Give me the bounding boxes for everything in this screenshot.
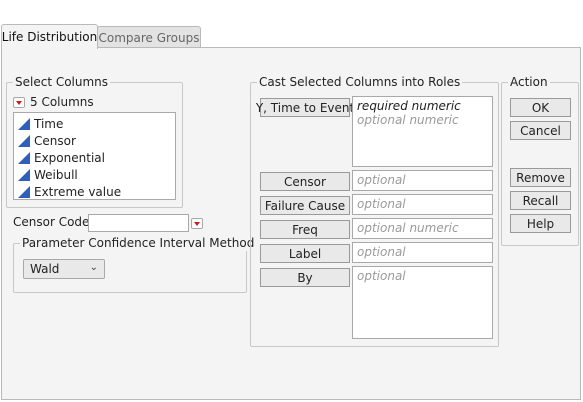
ok-button[interactable]: OK	[510, 98, 571, 117]
column-name: Exponential	[34, 150, 105, 165]
column-item[interactable]: Exponential	[14, 149, 175, 166]
dialog-panel: Select Columns 5 Columns Time Censor Exp…	[1, 47, 581, 400]
action-title: Action	[508, 74, 550, 90]
param-ci-group: Parameter Confidence Interval Method Wal…	[13, 235, 257, 293]
role-failure-cause-button[interactable]: Failure Cause	[260, 196, 350, 215]
continuous-column-icon	[18, 117, 30, 130]
role-freq-field[interactable]: optional numeric	[352, 218, 493, 239]
columns-count-label: 5 Columns	[30, 95, 94, 109]
cancel-button[interactable]: Cancel	[510, 121, 571, 140]
censor-code-label: Censor Code:	[13, 215, 94, 229]
role-failure-cause-field[interactable]: optional	[352, 194, 493, 215]
continuous-column-icon	[18, 168, 30, 181]
cast-roles-group: Cast Selected Columns into Roles Y, Time…	[250, 74, 499, 347]
select-columns-group: Select Columns 5 Columns Time Censor Exp…	[6, 74, 183, 208]
censor-code-input[interactable]	[88, 214, 189, 232]
cast-roles-title: Cast Selected Columns into Roles	[257, 74, 463, 90]
role-y-time-to-event-button[interactable]: Y, Time to Event	[256, 98, 354, 117]
column-item[interactable]: Censor	[14, 132, 175, 149]
censor-code-red-triangle-icon[interactable]	[191, 218, 203, 229]
column-name: Weibull	[34, 167, 78, 182]
column-name: Time	[34, 116, 64, 131]
recall-button[interactable]: Recall	[510, 191, 571, 210]
tab-life-distribution[interactable]: Life Distribution	[1, 24, 98, 49]
role-freq-button[interactable]: Freq	[260, 220, 350, 239]
help-button[interactable]: Help	[510, 214, 571, 233]
optional-hint: optional numeric	[357, 113, 459, 127]
chevron-down-icon: ⌄	[89, 262, 98, 273]
role-by-button[interactable]: By	[260, 268, 350, 287]
role-label-field[interactable]: optional	[352, 242, 493, 263]
param-ci-title: Parameter Confidence Interval Method	[20, 235, 257, 251]
role-by-field[interactable]: optional	[352, 266, 493, 339]
select-columns-title: Select Columns	[13, 74, 111, 90]
param-ci-dropdown[interactable]: Wald ⌄	[23, 259, 105, 279]
column-name: Extreme value	[34, 184, 122, 199]
column-item[interactable]: Time	[14, 115, 175, 132]
param-ci-selected: Wald	[30, 262, 60, 276]
continuous-column-icon	[18, 151, 30, 164]
role-censor-button[interactable]: Censor	[260, 172, 350, 191]
continuous-column-icon	[18, 185, 30, 198]
action-group: Action OK Cancel Remove Recall Help	[501, 74, 579, 246]
role-censor-field[interactable]: optional	[352, 170, 493, 191]
column-name: Censor	[34, 133, 76, 148]
column-item[interactable]: Weibull	[14, 166, 175, 183]
role-label-button[interactable]: Label	[260, 244, 350, 263]
required-hint: required numeric	[357, 99, 461, 113]
role-y-time-to-event-field[interactable]: required numeric optional numeric	[352, 96, 493, 167]
continuous-column-icon	[18, 134, 30, 147]
tab-compare-groups[interactable]: Compare Groups	[97, 26, 201, 48]
columns-listbox[interactable]: Time Censor Exponential Weibull Extreme …	[13, 112, 176, 200]
column-item[interactable]: Extreme value	[14, 183, 175, 200]
columns-menu-red-triangle-icon[interactable]	[13, 97, 25, 108]
remove-button[interactable]: Remove	[510, 168, 571, 187]
